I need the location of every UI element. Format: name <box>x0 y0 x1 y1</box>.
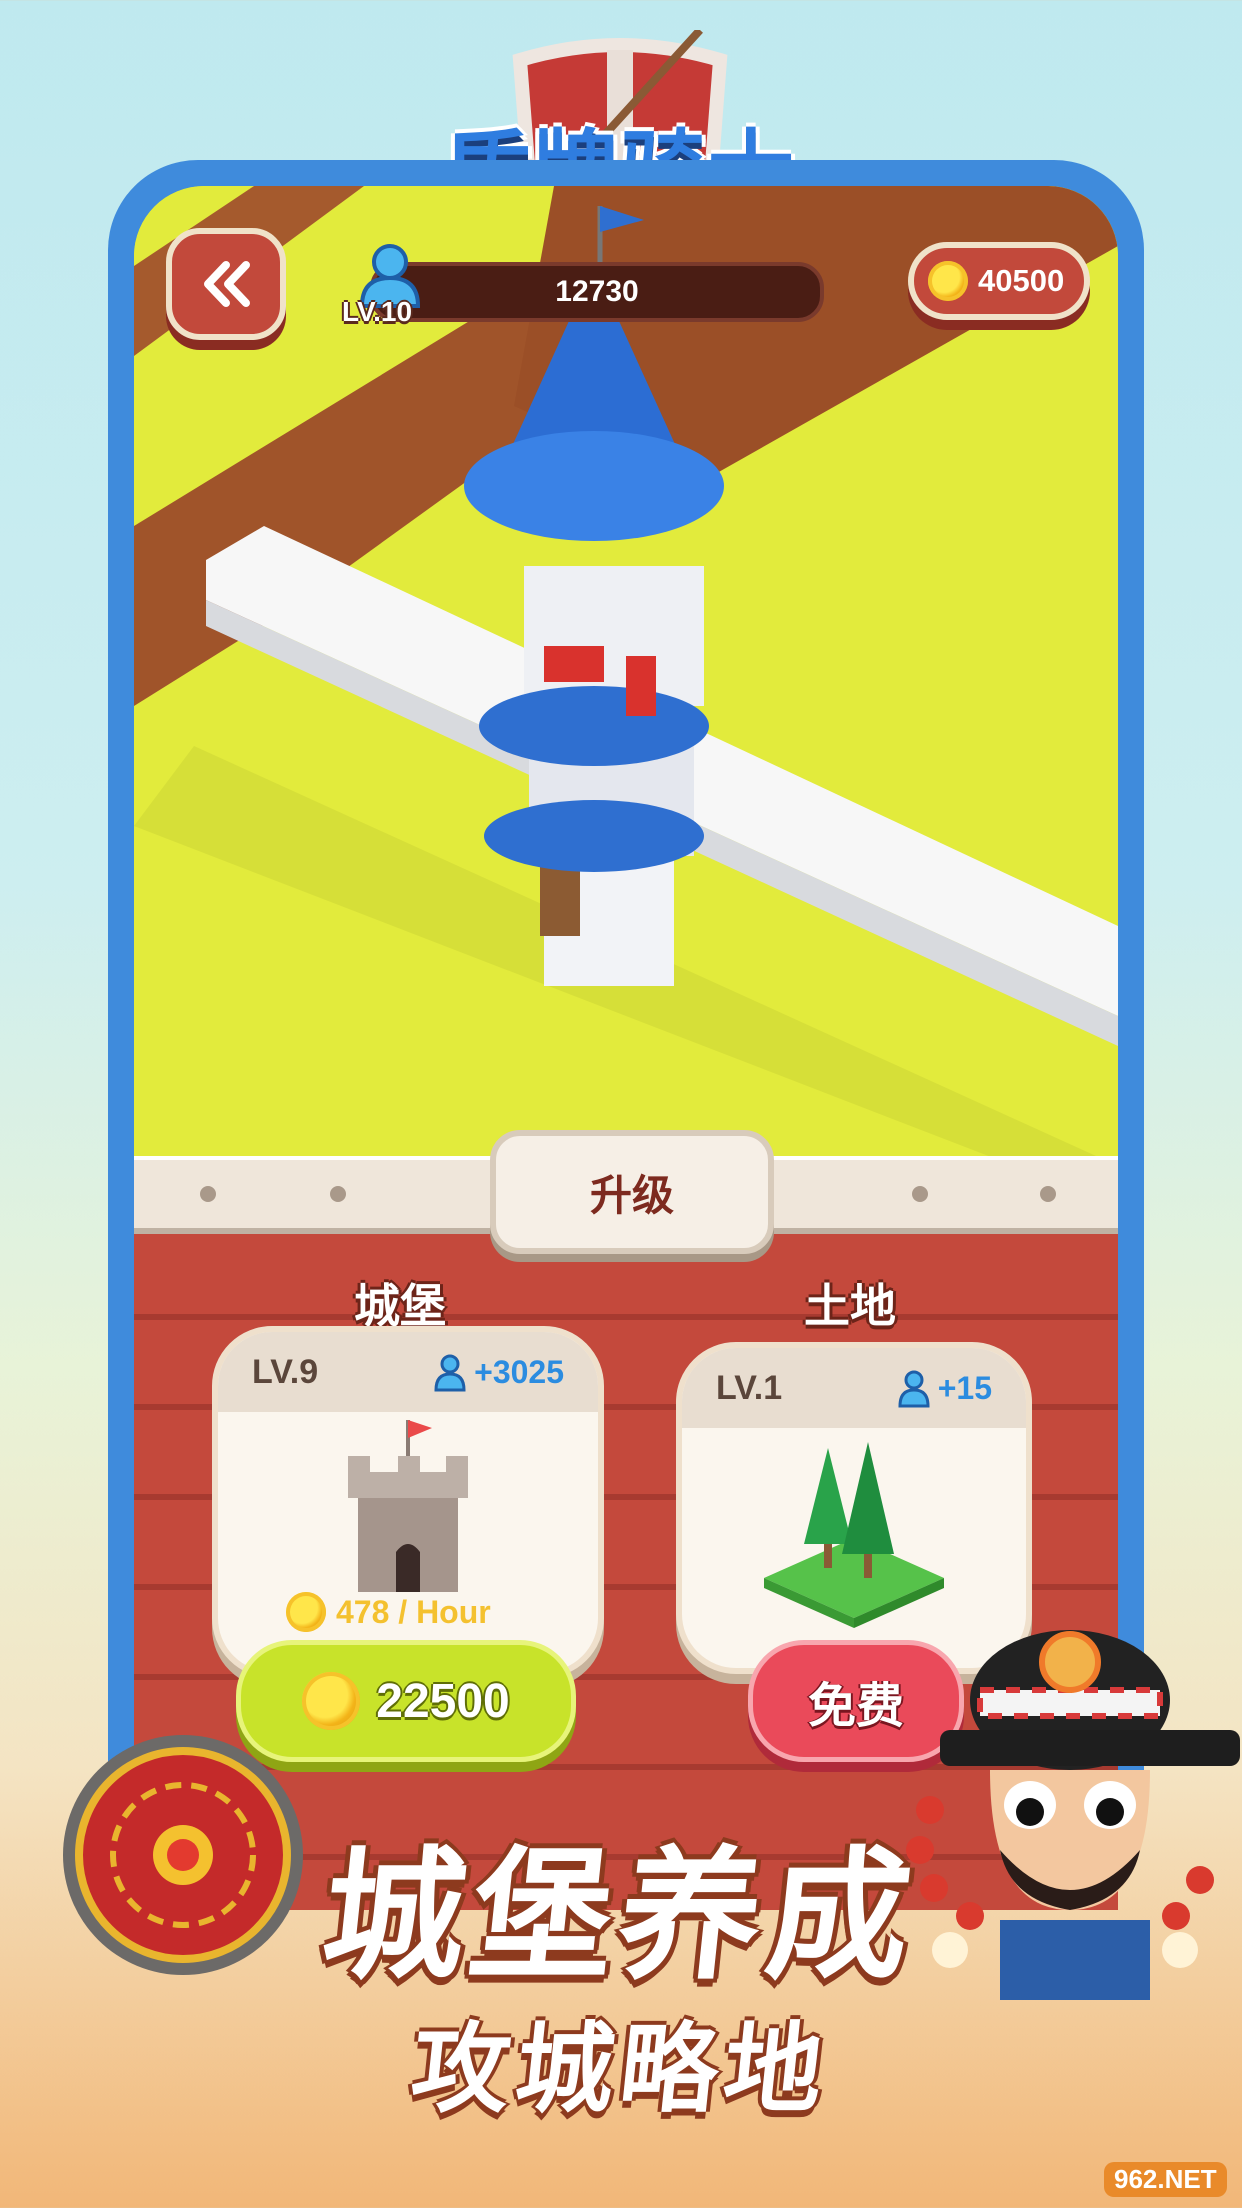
castle-income-rate: 478 / Hour <box>286 1592 491 1632</box>
person-icon <box>898 1370 930 1408</box>
coin-total: 40500 <box>978 263 1065 298</box>
land-population-value: +15 <box>937 1369 992 1406</box>
coin-icon <box>286 1592 326 1632</box>
promo-headline: 城堡养成 <box>314 1834 925 1999</box>
rivet <box>200 1186 216 1202</box>
castle-icon <box>348 1420 468 1592</box>
back-button[interactable] <box>166 228 286 340</box>
tab-upgrade[interactable]: 升级 <box>490 1130 774 1254</box>
double-chevron-left-icon <box>204 261 250 307</box>
coin-icon <box>302 1672 361 1730</box>
card-header: LV.9 +3025 <box>218 1332 598 1412</box>
rivet <box>1040 1186 1056 1202</box>
land-section-title: 土地 <box>804 1279 896 1333</box>
person-icon <box>434 1354 466 1392</box>
rivet <box>912 1186 928 1202</box>
population-bar: 12730 <box>370 262 824 322</box>
castle-population-value: +3025 <box>474 1353 564 1390</box>
castle-income-rate-text: 478 / Hour <box>336 1593 491 1630</box>
upgrade-castle-price: 22500 <box>376 1674 510 1728</box>
castle-level: LV.9 <box>252 1352 319 1391</box>
population-value: 12730 <box>555 275 639 308</box>
promo-subline: 攻城略地 <box>406 2013 835 2127</box>
coin-icon <box>928 261 968 301</box>
coin-balance[interactable]: 40500 <box>908 242 1090 320</box>
castle-population: +3025 <box>432 1352 564 1392</box>
rivet <box>330 1186 346 1202</box>
castle-scene <box>134 186 1118 1156</box>
tab-upgrade-label: 升级 <box>589 1170 674 1220</box>
land-level: LV.1 <box>716 1368 783 1407</box>
player-level: LV.10 <box>342 296 413 327</box>
land-population: +15 <box>896 1368 992 1408</box>
site-watermark: 962.NET <box>1104 2162 1227 2197</box>
card-header: LV.1 +15 <box>682 1348 1026 1428</box>
